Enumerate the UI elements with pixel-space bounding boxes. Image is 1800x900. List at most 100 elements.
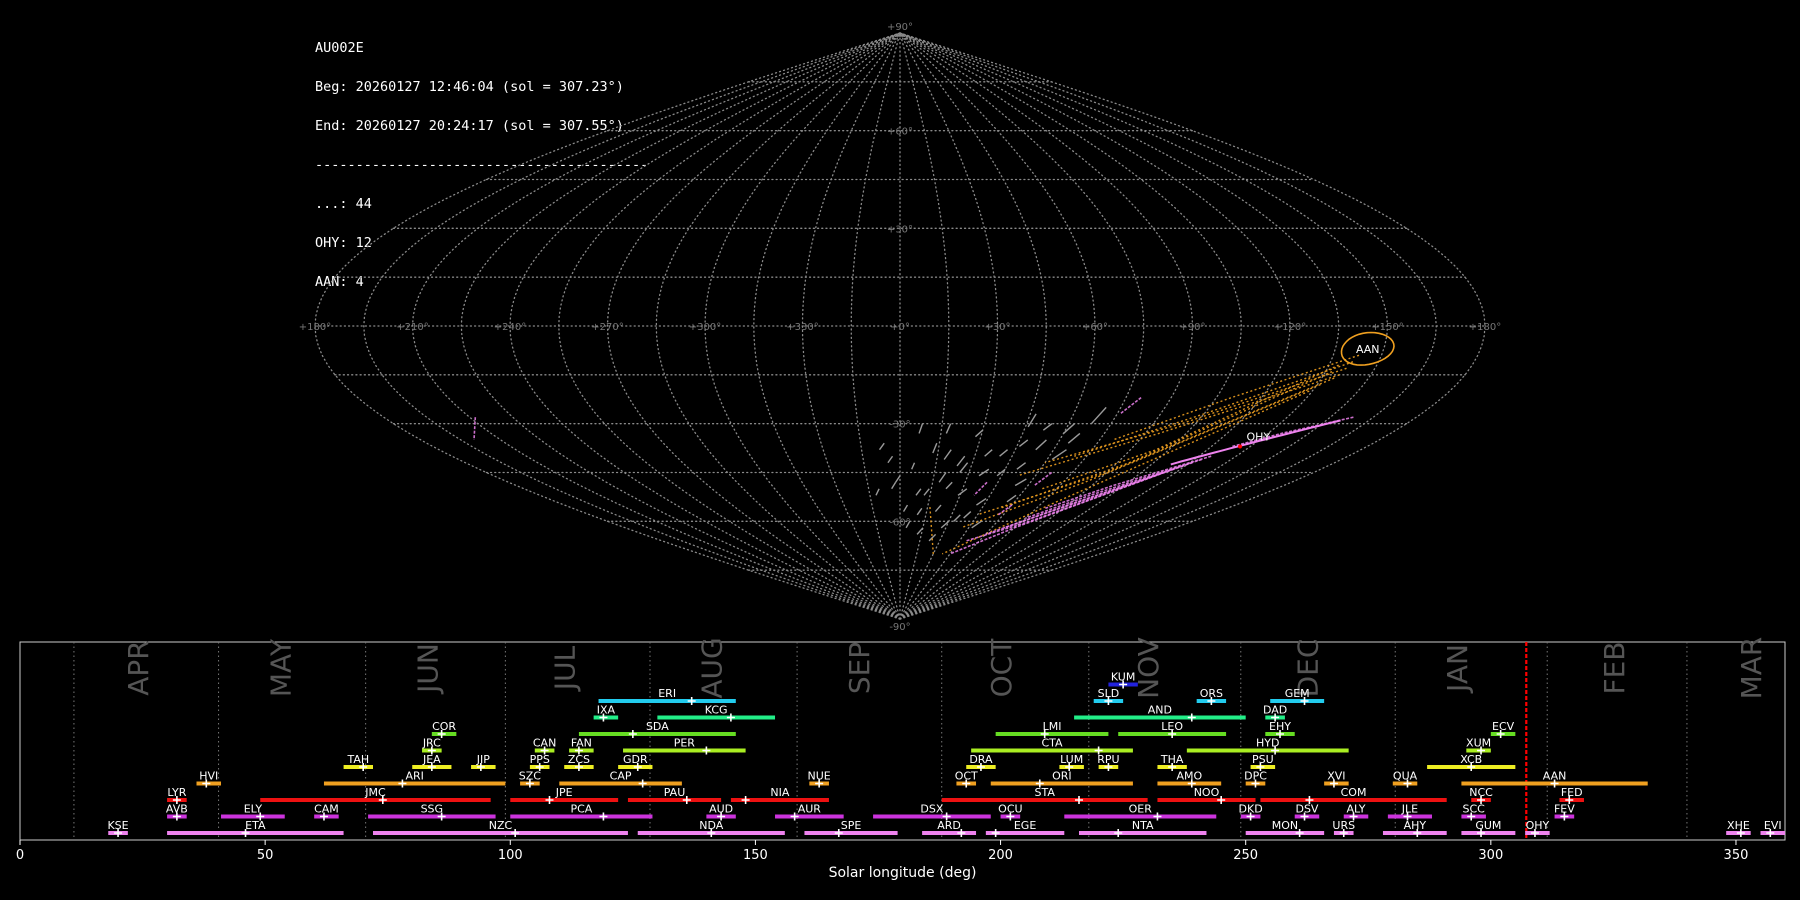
shower-label: STA xyxy=(1034,786,1055,799)
shower-label: CAM xyxy=(314,803,339,816)
shower-label: LUM xyxy=(1060,753,1083,766)
sporadic-meteor xyxy=(1035,439,1047,451)
shower-label: NDA xyxy=(699,819,724,832)
sporadic-meteor xyxy=(934,504,942,513)
lon-label: +180° xyxy=(1469,322,1501,333)
shower-label: DAD xyxy=(1263,704,1287,717)
shower-label: ECV xyxy=(1492,720,1515,733)
shower-label: PAU xyxy=(664,786,686,799)
x-tick-label: 250 xyxy=(1233,848,1258,863)
shower-label: SPE xyxy=(841,819,862,832)
shower-label: CAN xyxy=(533,737,556,750)
lon-label: +90° xyxy=(1179,322,1205,333)
sporadic-meteor xyxy=(902,504,909,512)
shower-label: ELY xyxy=(244,803,263,816)
shower-label: ERI xyxy=(658,687,676,700)
shower-label: SDA xyxy=(646,720,669,733)
shower-label: OER xyxy=(1129,803,1153,816)
lon-label: +30° xyxy=(984,322,1010,333)
shower-label: AND xyxy=(1148,704,1172,717)
sporadic-meteor xyxy=(915,488,922,496)
shower-label: QUA xyxy=(1393,770,1418,783)
lon-label: +150° xyxy=(1371,322,1403,333)
sporadic-meteor xyxy=(943,449,952,460)
shower-label: JMC xyxy=(364,786,386,799)
sporadic-meteor xyxy=(1067,432,1081,444)
shower-label: KCG xyxy=(705,704,728,717)
meteor-trail-aan xyxy=(1041,364,1339,490)
shower-label: OCT xyxy=(955,770,978,783)
meteor-trail-aan xyxy=(1112,354,1360,441)
sporadic-meteor xyxy=(938,472,947,483)
sporadic-meteor xyxy=(984,449,993,457)
shower-label: PCA xyxy=(570,803,592,816)
x-tick-label: 150 xyxy=(743,848,768,863)
meteor-trail-ohy xyxy=(1033,471,1053,487)
shower-label: JIP xyxy=(476,753,490,766)
month-label: AUG xyxy=(696,637,729,698)
shower-label: SSG xyxy=(421,803,444,816)
shower-label: XCB xyxy=(1460,753,1482,766)
shower-label: URS xyxy=(1332,819,1355,832)
shower-label: JLE xyxy=(1401,803,1418,816)
shower-label: GUM xyxy=(1475,819,1501,832)
shower-label: AUD xyxy=(709,803,733,816)
meteor-trail-ohy xyxy=(973,481,988,496)
sporadic-meteor xyxy=(1018,439,1029,448)
shower-label: COR xyxy=(432,720,456,733)
shower-label: HVI xyxy=(199,770,218,783)
sporadic-meteor xyxy=(953,514,961,522)
shower-label: DSV xyxy=(1295,803,1318,816)
sporadic-meteor xyxy=(932,442,938,454)
shower-label: DKD xyxy=(1239,803,1263,816)
month-label: JUL xyxy=(549,645,582,692)
shower-label: SLD xyxy=(1098,687,1120,700)
sporadic-meteor xyxy=(1063,423,1075,434)
lat-label: -90° xyxy=(889,622,910,633)
lon-label: +240° xyxy=(494,322,526,333)
shower-label: GEM xyxy=(1285,687,1310,700)
shower-label: DRA xyxy=(969,753,993,766)
x-tick-label: 200 xyxy=(988,848,1013,863)
shower-label: AMO xyxy=(1176,770,1202,783)
shower-label: NZC xyxy=(489,819,513,832)
shower-label: XHE xyxy=(1727,819,1750,832)
lon-label: +0° xyxy=(890,322,910,333)
shower-label: AHY xyxy=(1404,819,1427,832)
month-label: MAR xyxy=(1735,637,1768,700)
shower-label: CAP xyxy=(610,770,632,783)
shower-label: LYR xyxy=(167,786,186,799)
shower-label: DSX xyxy=(920,803,943,816)
lat-label: +60° xyxy=(887,127,913,138)
sporadic-meteor xyxy=(959,462,969,473)
shower-calendar: APR MAY JUN JUL AUG SEP OCT NOV DEC JAN FEB MARKUME… xyxy=(16,637,1786,881)
shower-label: JRC xyxy=(422,737,441,750)
shower-label: LEO xyxy=(1161,720,1183,733)
shower-label: NTA xyxy=(1132,819,1154,832)
shower-label: JEA xyxy=(422,753,441,766)
shower-label: CTA xyxy=(1041,737,1063,750)
sporadic-meteor xyxy=(923,488,930,496)
shower-label: SCC xyxy=(1463,803,1486,816)
shower-label: PSU xyxy=(1252,753,1274,766)
shower-label: NUE xyxy=(808,770,831,783)
sporadic-meteor xyxy=(1051,449,1067,461)
x-tick-label: 100 xyxy=(498,848,523,863)
x-tick-label: 350 xyxy=(1724,848,1749,863)
meteor-trail-ohy xyxy=(1119,396,1142,415)
shower-label: FEV xyxy=(1554,803,1575,816)
sporadic-meteor xyxy=(956,455,966,467)
shower-label: XUM xyxy=(1466,737,1491,750)
shower-label: EVI xyxy=(1764,819,1782,832)
sporadic-meteor xyxy=(1014,478,1027,487)
shower-label: RPU xyxy=(1097,753,1119,766)
sporadic-meteor xyxy=(963,511,972,519)
shower-label: OCU xyxy=(998,803,1022,816)
sporadic-meteor xyxy=(945,423,952,434)
shower-label: PER xyxy=(674,737,696,750)
shower-label: THA xyxy=(1160,753,1184,766)
lon-label: +180° xyxy=(299,322,331,333)
lon-label: +300° xyxy=(689,322,721,333)
shower-label: ARD xyxy=(937,819,961,832)
meteor-trail-aan xyxy=(999,370,1333,509)
